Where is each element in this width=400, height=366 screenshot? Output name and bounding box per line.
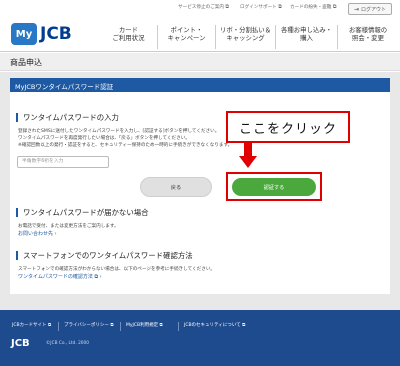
copyright-text: ©JCB Co., Ltd. 2000 [46,341,90,346]
contact-link[interactable]: お問い合わせ先 › [18,230,57,237]
footer-jcb-logo: JCB [11,338,30,349]
logout-button[interactable]: ⇥ ログアウト [348,3,392,15]
logo-jcb-text: JCB [40,24,72,44]
click-here-callout: ここをクリック [226,111,350,143]
nav-points-campaign[interactable]: ポイント・ キャンペーン [158,25,216,49]
footer-divider [120,322,121,331]
util-link-login-support[interactable]: ログインサポート ⧉ [240,4,282,10]
footer-link-security[interactable]: JCBのセキュリティについて ⧉ [184,322,245,328]
otp-description-line2: ワンタイムパスワードを再度発行したい場合は、「戻る」ボタンを押してください。 [18,136,190,141]
not-received-title: ワンタイムパスワードが届かない場合 [16,208,149,217]
page-title: 商品申込 [10,58,42,67]
logout-icon: ⇥ [353,5,359,13]
panel-header: MyJCBワンタイムパスワード認証 [10,78,390,92]
nav-card-usage[interactable]: カード ご利用状況 [100,25,158,49]
nav-customer-info[interactable]: お客様情報の 照会・変更 [338,25,398,49]
smartphone-desc: スマートフォンでの確認方法がわからない場合は、以下のページを参考に手続きしてくだ… [18,267,216,272]
footer-link-terms[interactable]: MyJCB利用規定 ⧉ [126,322,163,328]
nav-revolving-cashing[interactable]: リボ・分割払い＆ キャッシング [216,25,276,49]
external-link-icon: ⧉ [94,274,99,280]
page-title-bar: 商品申込 [0,53,400,71]
footer-divider [58,322,59,331]
nav-applications[interactable]: 各種お申し込み・ 購入 [276,25,338,49]
chevron-right-icon: › [99,274,102,280]
external-link-icon: ⧉ [225,4,229,10]
external-link-icon: ⧉ [278,4,282,10]
footer-links: JCBカードサイト ⧉ プライバシーポリシー ⧉ MyJCB利用規定 ⧉ JCB… [0,322,400,332]
site-header: My JCB サービス停止のご案内 ⧉ ログインサポート ⧉ カードの紛失・盗難… [0,0,400,52]
otp-description-line3: ※確認回数以上の発行・認証をすると、セキュリティー保持のため一時的に手続きができ… [18,143,233,148]
myjcb-logo[interactable]: My JCB [11,22,91,46]
util-link-service-notice[interactable]: サービス停止のご案内 ⧉ [178,4,229,10]
site-footer: JCBカードサイト ⧉ プライバシーポリシー ⧉ MyJCB利用規定 ⧉ JCB… [0,310,400,366]
chevron-right-icon: › [54,231,57,237]
otp-input[interactable]: 半角数字6桁を入力 [17,156,109,168]
panel-title: MyJCBワンタイムパスワード認証 [15,83,114,91]
otp-section-title: ワンタイムパスワードの入力 [16,113,119,122]
footer-link-privacy[interactable]: プライバシーポリシー ⧉ [64,322,114,328]
smartphone-section-title: スマートフォンでのワンタイムパスワード確認方法 [16,251,193,260]
logo-my-badge: My [11,23,37,45]
not-received-desc: お電話で受付、または変更方法をご案内します。 [18,224,119,229]
arrow-head-icon [239,156,257,168]
otp-description-line1: 登録されたSMSに送付したワンタイムパスワードを入力し、[認証する]ボタンを押し… [18,129,220,134]
util-link-lost-card[interactable]: カードの紛失・盗難 ⧉ [290,4,336,10]
back-button[interactable]: 戻る [140,177,212,197]
otp-howto-link[interactable]: ワンタイムパスワードの確認方法 ⧉ › [18,273,102,280]
arrow-down-icon [244,143,252,156]
highlight-frame [226,172,322,201]
external-link-icon: ⧉ [332,4,337,10]
footer-divider [178,322,179,331]
footer-link-jcb-site[interactable]: JCBカードサイト ⧉ [12,322,51,328]
